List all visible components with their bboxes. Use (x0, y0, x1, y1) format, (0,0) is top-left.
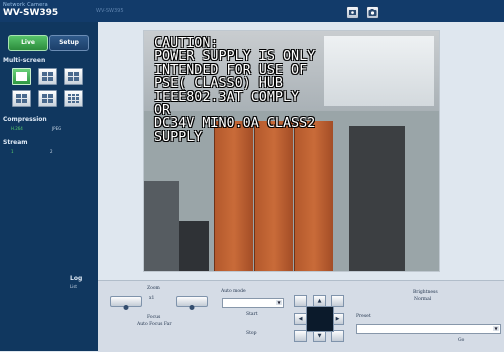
quad-screen-a-button[interactable] (38, 68, 57, 85)
camera-settings-button[interactable] (346, 6, 359, 19)
stream-label: Stream (3, 139, 28, 146)
camera-live-view[interactable]: CAUTION: POWER SUPPLY IS ONLY INTENDED F… (143, 30, 440, 272)
auto-focus-label[interactable]: Auto Focus Far (137, 322, 172, 327)
quad-screen-icon (16, 94, 27, 103)
log-list-link[interactable]: List (70, 284, 77, 289)
zoom-tele-button[interactable] (176, 296, 208, 310)
top-bar: Network Camera WV-SW395 WV-SW395 (0, 0, 504, 22)
auto-mode-select[interactable]: ▼ (222, 298, 284, 308)
auto-mode-start[interactable]: Start (246, 312, 258, 317)
brightness-value: Normal (414, 297, 432, 302)
quad-screen-icon (42, 72, 53, 81)
preset-select[interactable]: ▼ (356, 324, 501, 334)
zoom-value: x1 (149, 296, 155, 301)
stream-2[interactable]: 2 (50, 149, 53, 154)
brightness-label: Brightness (413, 290, 438, 295)
single-screen-icon (16, 72, 27, 81)
scene-door (349, 126, 405, 271)
snapshot-button[interactable] (366, 6, 379, 19)
compression-label: Compression (3, 116, 47, 123)
zoom-wide-button[interactable] (110, 296, 142, 310)
zoom-out-icon (123, 305, 129, 310)
dropdown-arrow-icon: ▼ (493, 326, 499, 331)
quad-screen-d-button[interactable] (38, 90, 57, 107)
stream-1[interactable]: 1 (11, 149, 14, 154)
zoom-label: Zoom (147, 286, 160, 291)
sidebar: Live Setup Multi-screen Compression H.26… (0, 22, 98, 351)
focus-label: Focus (147, 315, 161, 320)
quad-screen-icon (68, 72, 79, 81)
nine-screen-button[interactable] (64, 90, 83, 107)
single-screen-button[interactable] (12, 68, 31, 85)
preset-go[interactable]: Go (458, 338, 464, 343)
compression-jpeg[interactable]: JPEG (52, 126, 61, 131)
preset-label: Preset (356, 314, 371, 319)
scene-window (324, 36, 434, 106)
pan-tilt-center-pad[interactable] (306, 306, 334, 332)
tab-setup[interactable]: Setup (49, 35, 89, 51)
compression-h264[interactable]: H.264 (11, 126, 23, 131)
scene-chair (179, 221, 209, 271)
brand-model: WV-SW395 (3, 8, 59, 18)
nine-screen-icon (68, 94, 79, 103)
quad-screen-c-button[interactable] (12, 90, 31, 107)
pan-tilt-pad: ▲ ◀ ▶ ▼ (294, 295, 344, 342)
zoom-in-icon (189, 305, 195, 310)
camera-settings-icon (349, 10, 356, 15)
caution-overlay-text: CAUTION: POWER SUPPLY IS ONLY INTENDED F… (154, 36, 316, 145)
camera-icon (368, 9, 377, 16)
auto-mode-label: Auto mode (221, 289, 246, 294)
tab-live[interactable]: Live (8, 35, 48, 51)
multi-screen-label: Multi-screen (3, 57, 46, 64)
auto-mode-stop[interactable]: Stop (246, 331, 256, 336)
camera-title: WV-SW395 (96, 8, 124, 14)
scene-computer (144, 181, 179, 271)
dropdown-arrow-icon: ▼ (276, 300, 282, 305)
log-label: Log (70, 275, 83, 282)
control-panel: Zoom x1 Focus Auto Focus Far Auto mode ▼… (98, 280, 504, 352)
quad-screen-icon (42, 94, 53, 103)
quad-screen-b-button[interactable] (64, 68, 83, 85)
